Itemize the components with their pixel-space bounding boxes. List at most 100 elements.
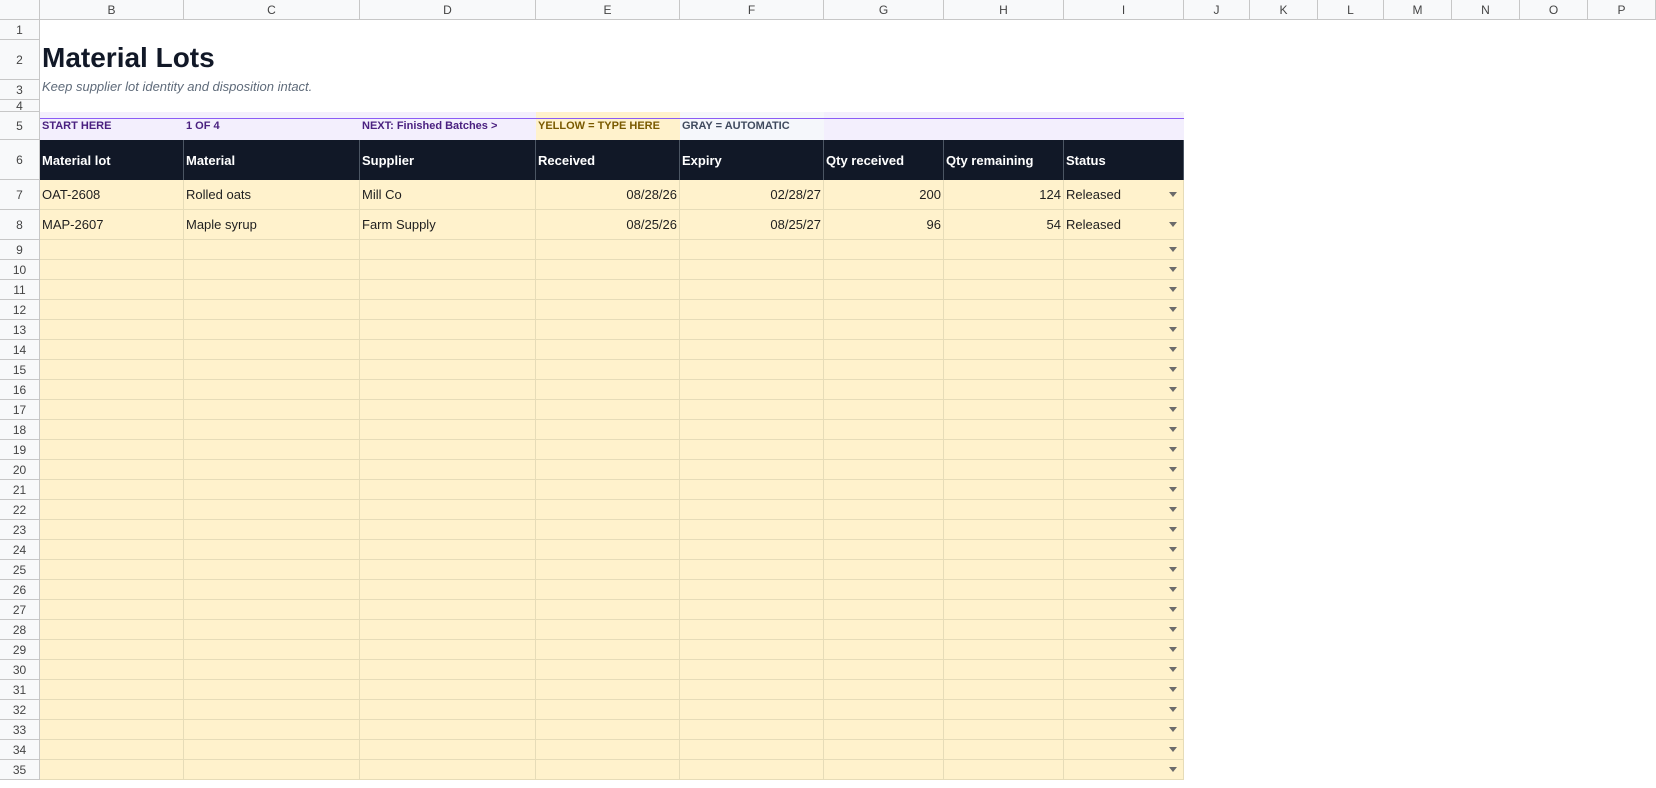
data-cell[interactable] [40, 320, 184, 340]
sheet-cell[interactable] [1452, 400, 1520, 420]
sheet-cell[interactable] [360, 80, 536, 100]
sheet-cell[interactable] [1318, 80, 1384, 100]
data-cell[interactable] [944, 300, 1064, 320]
sheet-cell[interactable] [680, 20, 824, 40]
sheet-cell[interactable] [1452, 360, 1520, 380]
data-cell[interactable] [536, 340, 680, 360]
sheet-cell[interactable] [1520, 460, 1588, 480]
data-cell[interactable] [184, 300, 360, 320]
dropdown-arrow-icon[interactable] [1169, 426, 1177, 432]
sheet-cell[interactable] [360, 100, 536, 112]
dropdown-arrow-icon[interactable] [1169, 706, 1177, 712]
data-cell[interactable] [680, 460, 824, 480]
data-cell[interactable] [40, 640, 184, 660]
data-cell[interactable] [184, 540, 360, 560]
sheet-cell[interactable] [1184, 440, 1250, 460]
data-cell[interactable] [184, 520, 360, 540]
sheet-cell[interactable] [1452, 140, 1520, 180]
data-cell[interactable] [824, 680, 944, 700]
sheet-cell[interactable] [1184, 560, 1250, 580]
data-cell[interactable] [680, 440, 824, 460]
sheet-cell[interactable] [1384, 80, 1452, 100]
data-cell[interactable] [536, 540, 680, 560]
sheet-cell[interactable] [1064, 80, 1184, 100]
data-cell[interactable] [944, 500, 1064, 520]
status-dropdown[interactable] [1064, 300, 1184, 320]
sheet-cell[interactable] [1588, 400, 1656, 420]
sheet-cell[interactable] [1318, 620, 1384, 640]
sheet-cell[interactable] [824, 40, 944, 80]
data-cell[interactable] [184, 560, 360, 580]
sheet-cell[interactable] [1588, 520, 1656, 540]
data-cell[interactable] [536, 460, 680, 480]
sheet-cell[interactable] [1250, 180, 1318, 210]
data-cell[interactable] [360, 260, 536, 280]
status-dropdown[interactable] [1064, 640, 1184, 660]
data-cell[interactable]: Rolled oats [184, 180, 360, 210]
data-cell[interactable] [184, 700, 360, 720]
sheet-cell[interactable] [1520, 660, 1588, 680]
status-dropdown[interactable] [1064, 560, 1184, 580]
row-header-11[interactable]: 11 [0, 280, 40, 300]
sheet-cell[interactable] [1184, 720, 1250, 740]
sheet-cell[interactable] [1452, 580, 1520, 600]
sheet-cell[interactable] [1384, 400, 1452, 420]
data-cell[interactable] [40, 420, 184, 440]
sheet-cell[interactable] [1318, 380, 1384, 400]
data-cell[interactable] [360, 560, 536, 580]
sheet-cell[interactable] [1520, 320, 1588, 340]
data-cell[interactable] [824, 240, 944, 260]
sheet-cell[interactable] [1384, 360, 1452, 380]
data-cell[interactable]: 08/25/27 [680, 210, 824, 240]
status-dropdown[interactable]: Released [1064, 210, 1184, 240]
dropdown-arrow-icon[interactable] [1169, 386, 1177, 392]
data-cell[interactable] [536, 300, 680, 320]
sheet-cell[interactable] [1184, 40, 1250, 80]
sheet-cell[interactable] [1384, 660, 1452, 680]
sheet-cell[interactable] [1588, 540, 1656, 560]
sheet-cell[interactable] [1184, 540, 1250, 560]
data-cell[interactable] [536, 760, 680, 780]
sheet-cell[interactable] [1452, 460, 1520, 480]
dropdown-arrow-icon[interactable] [1169, 546, 1177, 552]
row-header-20[interactable]: 20 [0, 460, 40, 480]
dropdown-arrow-icon[interactable] [1169, 246, 1177, 252]
data-cell[interactable] [680, 380, 824, 400]
sheet-cell[interactable] [1452, 240, 1520, 260]
data-cell[interactable] [184, 600, 360, 620]
data-cell[interactable] [824, 540, 944, 560]
sheet-cell[interactable] [1184, 620, 1250, 640]
sheet-cell[interactable] [944, 100, 1064, 112]
sheet-cell[interactable] [1250, 740, 1318, 760]
data-cell[interactable] [184, 480, 360, 500]
column-header-k[interactable]: K [1250, 0, 1318, 20]
data-cell[interactable] [536, 260, 680, 280]
column-header-d[interactable]: D [360, 0, 536, 20]
data-cell[interactable] [944, 480, 1064, 500]
data-cell[interactable] [536, 380, 680, 400]
data-cell[interactable] [944, 440, 1064, 460]
data-cell[interactable] [536, 440, 680, 460]
data-cell[interactable] [824, 500, 944, 520]
sheet-cell[interactable] [1384, 112, 1452, 140]
row-header-3[interactable]: 3 [0, 80, 40, 100]
data-cell[interactable] [184, 740, 360, 760]
row-header-6[interactable]: 6 [0, 140, 40, 180]
sheet-cell[interactable] [1184, 300, 1250, 320]
sheet-cell[interactable] [1588, 560, 1656, 580]
column-header-e[interactable]: E [536, 0, 680, 20]
data-cell[interactable] [536, 640, 680, 660]
sheet-cell[interactable] [1250, 320, 1318, 340]
row-header-25[interactable]: 25 [0, 560, 40, 580]
sheet-cell[interactable] [1452, 600, 1520, 620]
sheet-cell[interactable] [1384, 720, 1452, 740]
sheet-cell[interactable] [1250, 80, 1318, 100]
column-header-j[interactable]: J [1184, 0, 1250, 20]
data-cell[interactable] [536, 420, 680, 440]
sheet-cell[interactable] [1452, 740, 1520, 760]
status-dropdown[interactable] [1064, 360, 1184, 380]
sheet-cell[interactable] [1588, 360, 1656, 380]
data-cell[interactable] [40, 500, 184, 520]
sheet-cell[interactable] [1384, 240, 1452, 260]
sheet-cell[interactable] [1250, 300, 1318, 320]
